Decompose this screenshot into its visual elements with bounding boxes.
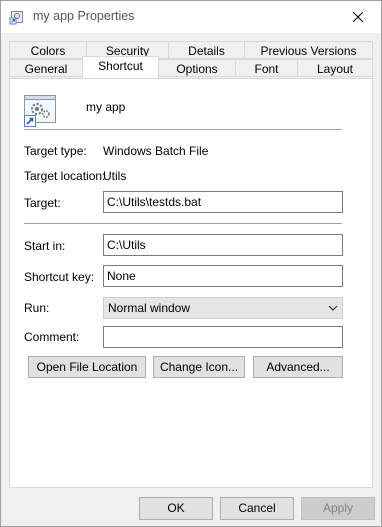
separator (24, 223, 342, 224)
apply-button[interactable]: Apply (301, 497, 375, 520)
cancel-button[interactable]: Cancel (220, 497, 294, 520)
chevron-down-icon (328, 305, 338, 311)
run-select-value: Normal window (108, 301, 191, 315)
comment-field[interactable] (103, 326, 343, 348)
app-name: my app (86, 100, 126, 114)
change-icon-button[interactable]: Change Icon... (153, 356, 245, 378)
ok-button[interactable]: OK (139, 497, 213, 520)
tab-details[interactable]: Details (168, 41, 245, 59)
run-label: Run: (24, 301, 50, 315)
target-field[interactable]: C:\Utils\testds.bat (103, 191, 343, 213)
tab-shortcut[interactable]: Shortcut (82, 56, 159, 78)
target-location-label: Target location: (24, 169, 106, 183)
target-type-value: Windows Batch File (103, 144, 209, 158)
tab-general[interactable]: General (9, 59, 83, 77)
tab-previous-versions[interactable]: Previous Versions (244, 41, 373, 59)
shortcut-panel: my app Target type: Windows Batch File T… (9, 78, 373, 488)
title-bar[interactable]: my app Properties (1, 1, 381, 33)
separator (24, 129, 342, 130)
tab-layout[interactable]: Layout (297, 59, 373, 77)
close-icon (353, 12, 363, 22)
shortcut-file-icon (9, 9, 25, 25)
target-label: Target: (24, 196, 61, 210)
target-type-label: Target type: (24, 144, 87, 158)
start-in-field[interactable]: C:\Utils (103, 234, 343, 256)
properties-window: my app Properties Colors Security Detail… (0, 0, 382, 527)
tab-colors[interactable]: Colors (9, 41, 87, 59)
target-location-value: Utils (103, 169, 127, 183)
open-file-location-button[interactable]: Open File Location (28, 356, 146, 378)
start-in-label: Start in: (24, 239, 66, 253)
comment-label: Comment: (24, 330, 80, 344)
shortcut-key-label: Shortcut key: (24, 270, 95, 284)
close-button[interactable] (335, 1, 381, 33)
shortcut-key-field[interactable]: None (103, 265, 343, 287)
tab-options[interactable]: Options (158, 59, 236, 77)
window-title: my app Properties (33, 9, 135, 23)
advanced-button[interactable]: Advanced... (253, 356, 343, 378)
tab-font[interactable]: Font (235, 59, 298, 77)
batch-file-icon (24, 95, 56, 127)
run-select[interactable]: Normal window (103, 297, 343, 319)
